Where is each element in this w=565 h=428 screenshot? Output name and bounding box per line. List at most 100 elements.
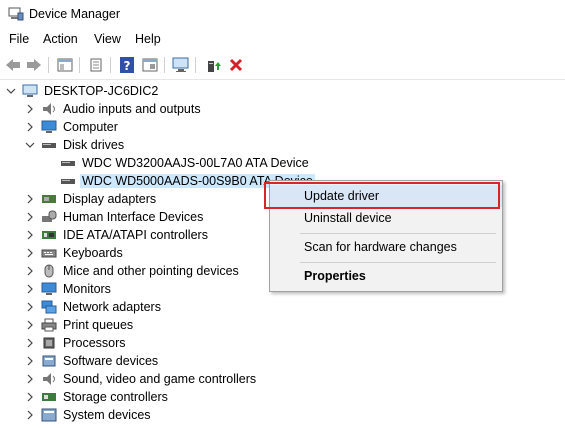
chevron-right-icon[interactable] xyxy=(25,100,35,118)
toolbar-separator xyxy=(48,57,49,73)
menu-file[interactable]: File xyxy=(9,32,29,46)
scan-hardware-icon[interactable] xyxy=(171,55,191,75)
system-devices-icon xyxy=(41,408,57,422)
chevron-right-icon[interactable] xyxy=(25,118,35,136)
tree-item-computer[interactable]: Computer xyxy=(0,118,565,136)
chevron-right-icon[interactable] xyxy=(25,208,35,226)
printer-icon xyxy=(41,318,57,332)
show-hide-console-tree-icon[interactable] xyxy=(55,55,75,75)
tree-item-label: Mice and other pointing devices xyxy=(63,264,239,278)
menu-bar: File Action View Help xyxy=(0,30,565,50)
update-driver-icon[interactable] xyxy=(203,55,223,75)
back-icon[interactable] xyxy=(3,55,23,75)
tree-item-label: Software devices xyxy=(63,354,159,368)
speaker-icon xyxy=(43,103,55,115)
toolbar-separator xyxy=(110,57,111,73)
chevron-right-icon[interactable] xyxy=(25,244,35,262)
tree-item-label: IDE ATA/ATAPI controllers xyxy=(63,228,208,242)
toolbar: ? xyxy=(0,52,565,78)
disk-drive-icon xyxy=(61,179,75,184)
menu-item-label: Properties xyxy=(304,269,366,283)
chevron-right-icon[interactable] xyxy=(25,388,35,406)
title-bar: Device Manager xyxy=(0,0,565,28)
uninstall-icon[interactable] xyxy=(226,55,246,75)
tree-item-network[interactable]: Network adapters xyxy=(0,298,565,316)
speaker-icon xyxy=(43,373,55,385)
chevron-right-icon[interactable] xyxy=(25,280,35,298)
monitor-icon xyxy=(41,120,57,133)
chevron-right-icon[interactable] xyxy=(25,334,35,352)
tree-item-label: Disk drives xyxy=(63,138,125,152)
keyboard-icon xyxy=(41,249,57,258)
chevron-right-icon[interactable] xyxy=(25,262,35,280)
chevron-right-icon[interactable] xyxy=(25,316,35,334)
tree-item-label: Human Interface Devices xyxy=(63,210,204,224)
menu-separator xyxy=(300,262,496,263)
chevron-down-icon[interactable] xyxy=(6,82,16,100)
chevron-right-icon[interactable] xyxy=(25,226,35,244)
menu-item-scan-hardware[interactable]: Scan for hardware changes xyxy=(270,236,502,258)
tree-item-label: Processors xyxy=(63,336,126,350)
highlight-box xyxy=(264,182,500,209)
forward-icon[interactable] xyxy=(24,55,44,75)
tree-item-label: Sound, video and game controllers xyxy=(63,372,257,386)
processor-icon xyxy=(43,337,55,349)
chevron-right-icon[interactable] xyxy=(25,352,35,370)
tree-item-label: WDC WD3200AAJS-00L7A0 ATA Device xyxy=(82,156,309,170)
toolbar-separator xyxy=(164,57,165,73)
tree-item-label: System devices xyxy=(63,408,151,422)
monitor-icon xyxy=(41,282,57,295)
tree-item-print-queues[interactable]: Print queues xyxy=(0,316,565,334)
help-icon[interactable]: ? xyxy=(117,55,137,75)
menu-action[interactable]: Action xyxy=(43,32,78,46)
tree-item-label: Storage controllers xyxy=(63,390,168,404)
network-adapter-icon xyxy=(41,300,57,314)
tree-root-label: DESKTOP-JC6DIC2 xyxy=(44,84,159,98)
tree-item-label: Computer xyxy=(63,120,118,134)
chevron-down-icon[interactable] xyxy=(25,136,35,154)
tree-root[interactable]: DESKTOP-JC6DIC2 xyxy=(0,82,565,100)
chevron-right-icon[interactable] xyxy=(25,406,35,424)
menu-view[interactable]: View xyxy=(94,32,121,46)
tree-item-label: Print queues xyxy=(63,318,134,332)
menu-item-uninstall-device[interactable]: Uninstall device xyxy=(270,207,502,229)
tree-item-disk-1[interactable]: WDC WD3200AAJS-00L7A0 ATA Device xyxy=(0,154,565,172)
toolbar-separator xyxy=(195,57,196,73)
tree-item-label: Audio inputs and outputs xyxy=(63,102,201,116)
menu-help[interactable]: Help xyxy=(135,32,161,46)
menu-item-label: Uninstall device xyxy=(304,211,392,225)
window-title: Device Manager xyxy=(29,7,121,21)
ide-controller-icon xyxy=(42,231,56,239)
disk-drive-icon xyxy=(61,161,75,166)
toolbar-divider xyxy=(0,79,565,80)
tree-item-storage-controllers[interactable]: Storage controllers xyxy=(0,388,565,406)
svg-text:?: ? xyxy=(124,59,131,73)
storage-controller-icon xyxy=(42,393,56,401)
tree-item-sound[interactable]: Sound, video and game controllers xyxy=(0,370,565,388)
properties-icon[interactable] xyxy=(86,55,106,75)
tree-item-label: Display adapters xyxy=(63,192,157,206)
tree-item-label: Network adapters xyxy=(63,300,161,314)
hid-icon xyxy=(42,210,57,222)
software-device-icon xyxy=(42,355,56,367)
tree-item-system-devices[interactable]: System devices xyxy=(0,406,565,424)
tree-item-audio[interactable]: Audio inputs and outputs xyxy=(0,100,565,118)
device-manager-icon xyxy=(8,7,24,21)
mouse-icon xyxy=(44,264,54,278)
menu-separator xyxy=(300,233,496,234)
menu-item-label: Scan for hardware changes xyxy=(304,240,457,254)
display-adapter-icon xyxy=(42,195,56,203)
tree-item-disk-drives[interactable]: Disk drives xyxy=(0,136,565,154)
chevron-right-icon[interactable] xyxy=(25,190,35,208)
tree-item-label: Keyboards xyxy=(63,246,123,260)
chevron-right-icon[interactable] xyxy=(25,298,35,316)
menu-item-properties[interactable]: Properties xyxy=(270,265,502,287)
computer-icon xyxy=(22,84,38,97)
tree-item-processors[interactable]: Processors xyxy=(0,334,565,352)
toolbar-separator xyxy=(79,57,80,73)
tree-item-label: Monitors xyxy=(63,282,111,296)
disk-drive-icon xyxy=(42,143,56,148)
chevron-right-icon[interactable] xyxy=(25,370,35,388)
tree-item-software-devices[interactable]: Software devices xyxy=(0,352,565,370)
view-icon[interactable] xyxy=(140,55,160,75)
